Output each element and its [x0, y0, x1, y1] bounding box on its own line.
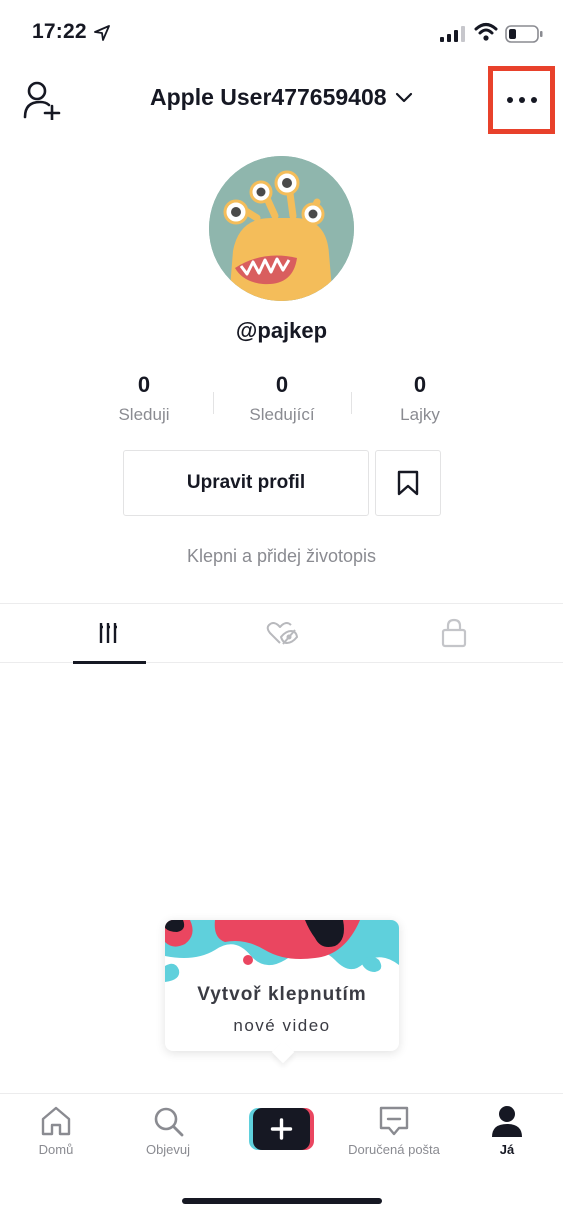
battery-low-icon: [505, 25, 543, 43]
location-arrow-icon: [94, 25, 110, 41]
nav-label: Domů: [38, 1142, 74, 1157]
nav-label: Objevuj: [145, 1142, 191, 1157]
tab-private[interactable]: [360, 604, 548, 662]
cellular-signal-icon: [440, 26, 465, 42]
stat-label: Lajky: [400, 405, 440, 424]
profile-icon: [492, 1106, 522, 1137]
tooltip-subtitle: nové video: [233, 1016, 331, 1035]
tooltip-title: Vytvoř klepnutím: [197, 984, 367, 1005]
video-grid-icon: [99, 623, 117, 643]
nav-label: Doručená pošta: [348, 1142, 440, 1157]
tab-videos[interactable]: [16, 604, 204, 662]
tooltip-art: [165, 920, 399, 990]
bookmarks-button[interactable]: [375, 450, 441, 516]
nav-profile[interactable]: Já: [472, 1104, 542, 1157]
status-time: 17:22: [32, 20, 87, 43]
inbox-icon: [379, 1106, 409, 1136]
account-switcher[interactable]: Apple User477659408: [0, 84, 563, 111]
chevron-down-icon: [395, 92, 413, 102]
stat-value: 0: [137, 372, 151, 397]
bookmark-icon: [397, 470, 419, 496]
nav-discover[interactable]: Objevuj: [132, 1104, 204, 1157]
account-name: Apple User477659408: [149, 84, 387, 110]
nav-home[interactable]: Domů: [20, 1104, 92, 1157]
stat-followers[interactable]: 0 Sledující: [213, 372, 351, 425]
profile-screen: 17:22 Apple User477659408 @pajkep 0 Sled…: [0, 0, 563, 1218]
tab-liked[interactable]: [188, 604, 376, 662]
status-bar: 17:22: [0, 0, 563, 66]
liked-hidden-icon: [266, 622, 298, 645]
stat-following[interactable]: 0 Sleduji: [75, 372, 213, 425]
stat-likes[interactable]: 0 Lajky: [351, 372, 489, 425]
more-dot: [530, 97, 537, 103]
edit-profile-button[interactable]: Upravit profil: [123, 450, 369, 516]
tooltip-pointer: [271, 1040, 295, 1064]
home-indicator[interactable]: [182, 1198, 382, 1204]
stat-value: 0: [413, 372, 427, 397]
username-handle: @pajkep: [235, 318, 328, 343]
create-plus-icon[interactable]: [249, 1108, 314, 1150]
wifi-icon: [474, 23, 498, 41]
active-tab-indicator: [73, 661, 146, 664]
profile-header: Apple User477659408: [0, 66, 563, 136]
stat-label: Sledující: [249, 405, 315, 424]
lock-icon: [441, 618, 467, 648]
stat-label: Sleduji: [118, 405, 170, 424]
more-options-button[interactable]: [488, 66, 555, 134]
bio-placeholder[interactable]: Klepni a přidej životopis: [0, 546, 563, 567]
search-icon: [154, 1107, 184, 1137]
stat-value: 0: [275, 372, 289, 397]
nav-label: Já: [499, 1142, 515, 1157]
create-video-tooltip[interactable]: Vytvoř klepnutím nové video: [165, 920, 399, 1064]
home-icon: [41, 1106, 71, 1136]
nav-inbox[interactable]: Doručená pošta: [338, 1104, 450, 1157]
more-dots-icon: [506, 97, 513, 103]
profile-stats: 0 Sleduji 0 Sledující 0 Lajky: [75, 372, 488, 432]
monster-avatar-image: [209, 156, 354, 301]
avatar[interactable]: [209, 156, 354, 301]
profile-tabs: [0, 603, 563, 664]
more-dot: [518, 97, 525, 103]
